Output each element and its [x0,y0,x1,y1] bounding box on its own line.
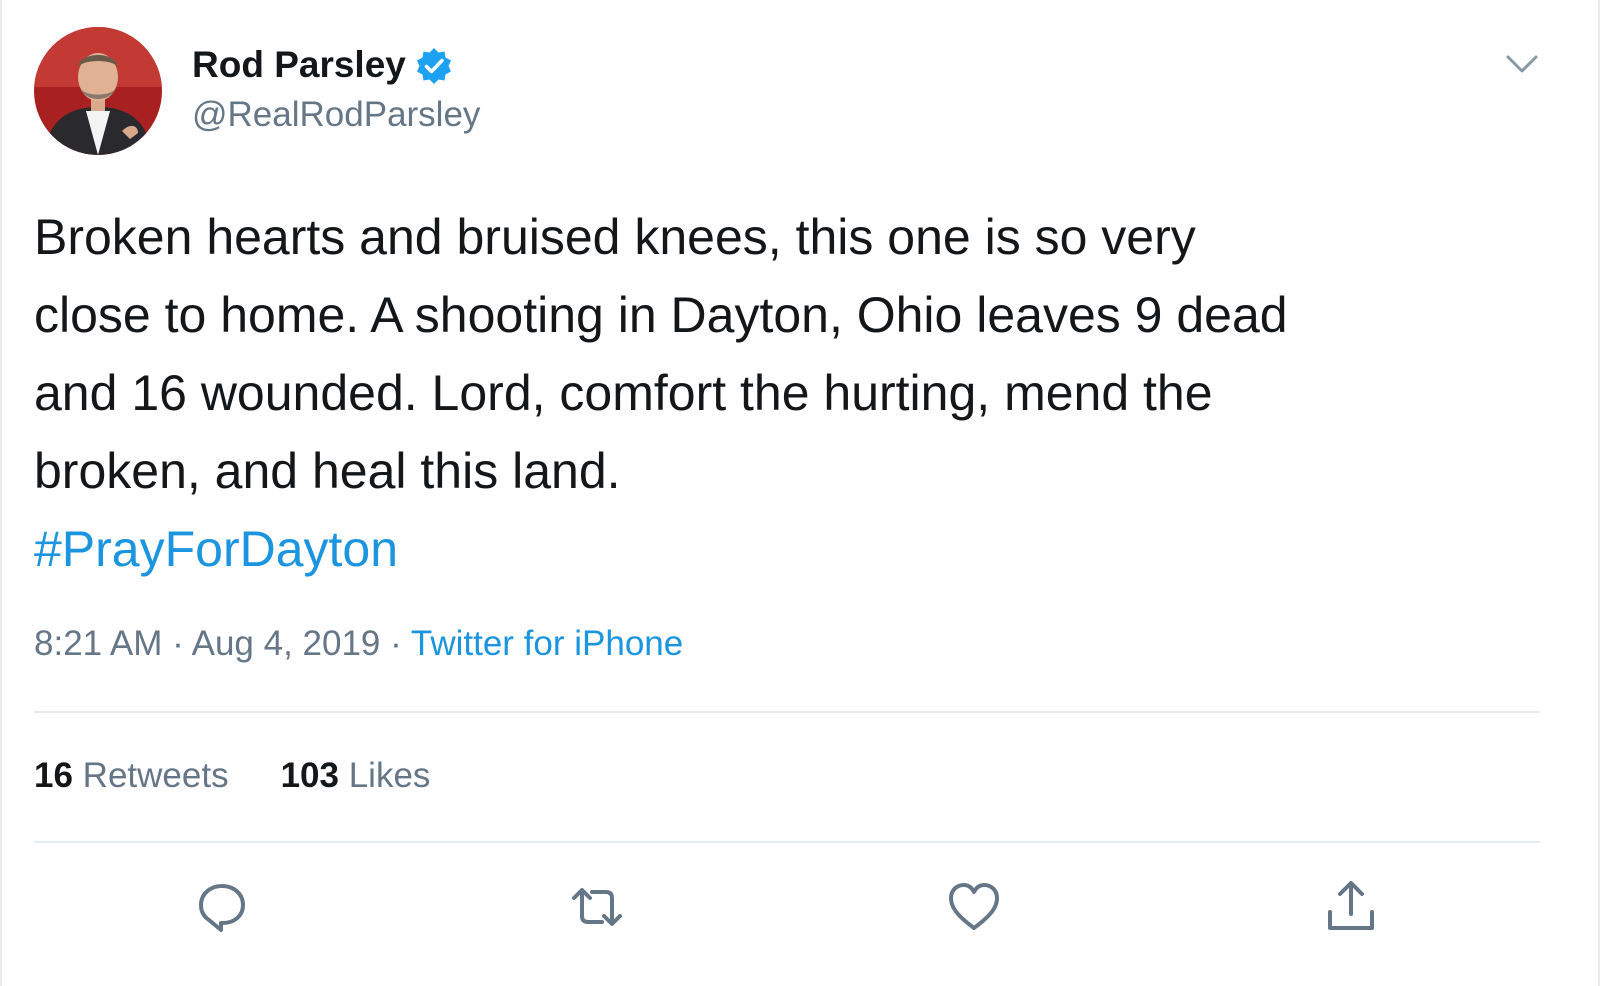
tweet-text-line: and 16 wounded. Lord, comfort the hurtin… [34,365,1213,421]
tweet-stats: 16 Retweets 103 Likes [34,756,430,796]
tweet-text-line: Broken hearts and bruised knees, this on… [34,209,1196,265]
tweet-text-line: close to home. A shooting in Dayton, Ohi… [34,287,1288,343]
chevron-down-icon[interactable] [1502,44,1542,84]
retweets-label: Retweets [82,756,229,795]
heart-icon[interactable] [945,878,1003,936]
likes-stat[interactable]: 103 Likes [281,756,431,795]
divider [34,841,1540,843]
meta-separator: · [390,624,402,663]
hashtag-link[interactable]: #PrayForDayton [34,510,398,588]
author-handle[interactable]: @RealRodParsley [192,95,480,135]
avatar-image [34,27,162,155]
tweet-card: Rod Parsley @RealRodParsley Broken heart… [0,0,1600,986]
tweet-date[interactable]: Aug 4, 2019 [192,624,381,663]
meta-separator: · [172,624,184,663]
reply-icon[interactable] [193,878,251,936]
retweets-count: 16 [34,756,73,795]
retweets-stat[interactable]: 16 Retweets [34,756,229,795]
likes-label: Likes [348,756,431,795]
share-icon[interactable] [1322,878,1380,936]
likes-count: 103 [280,756,339,795]
tweet-text: Broken hearts and bruised knees, this on… [34,198,1554,510]
tweet-metadata: 8:21 AM · Aug 4, 2019 · Twitter for iPho… [34,624,683,664]
avatar[interactable] [34,27,162,155]
divider [34,711,1540,713]
tweet-source-link[interactable]: Twitter for iPhone [411,624,683,663]
retweet-icon[interactable] [568,878,626,936]
tweet-text-line: broken, and heal this land. [34,443,621,499]
author-name[interactable]: Rod Parsley [192,44,406,86]
verified-badge-icon [414,46,454,86]
tweet-time[interactable]: 8:21 AM [34,624,162,663]
